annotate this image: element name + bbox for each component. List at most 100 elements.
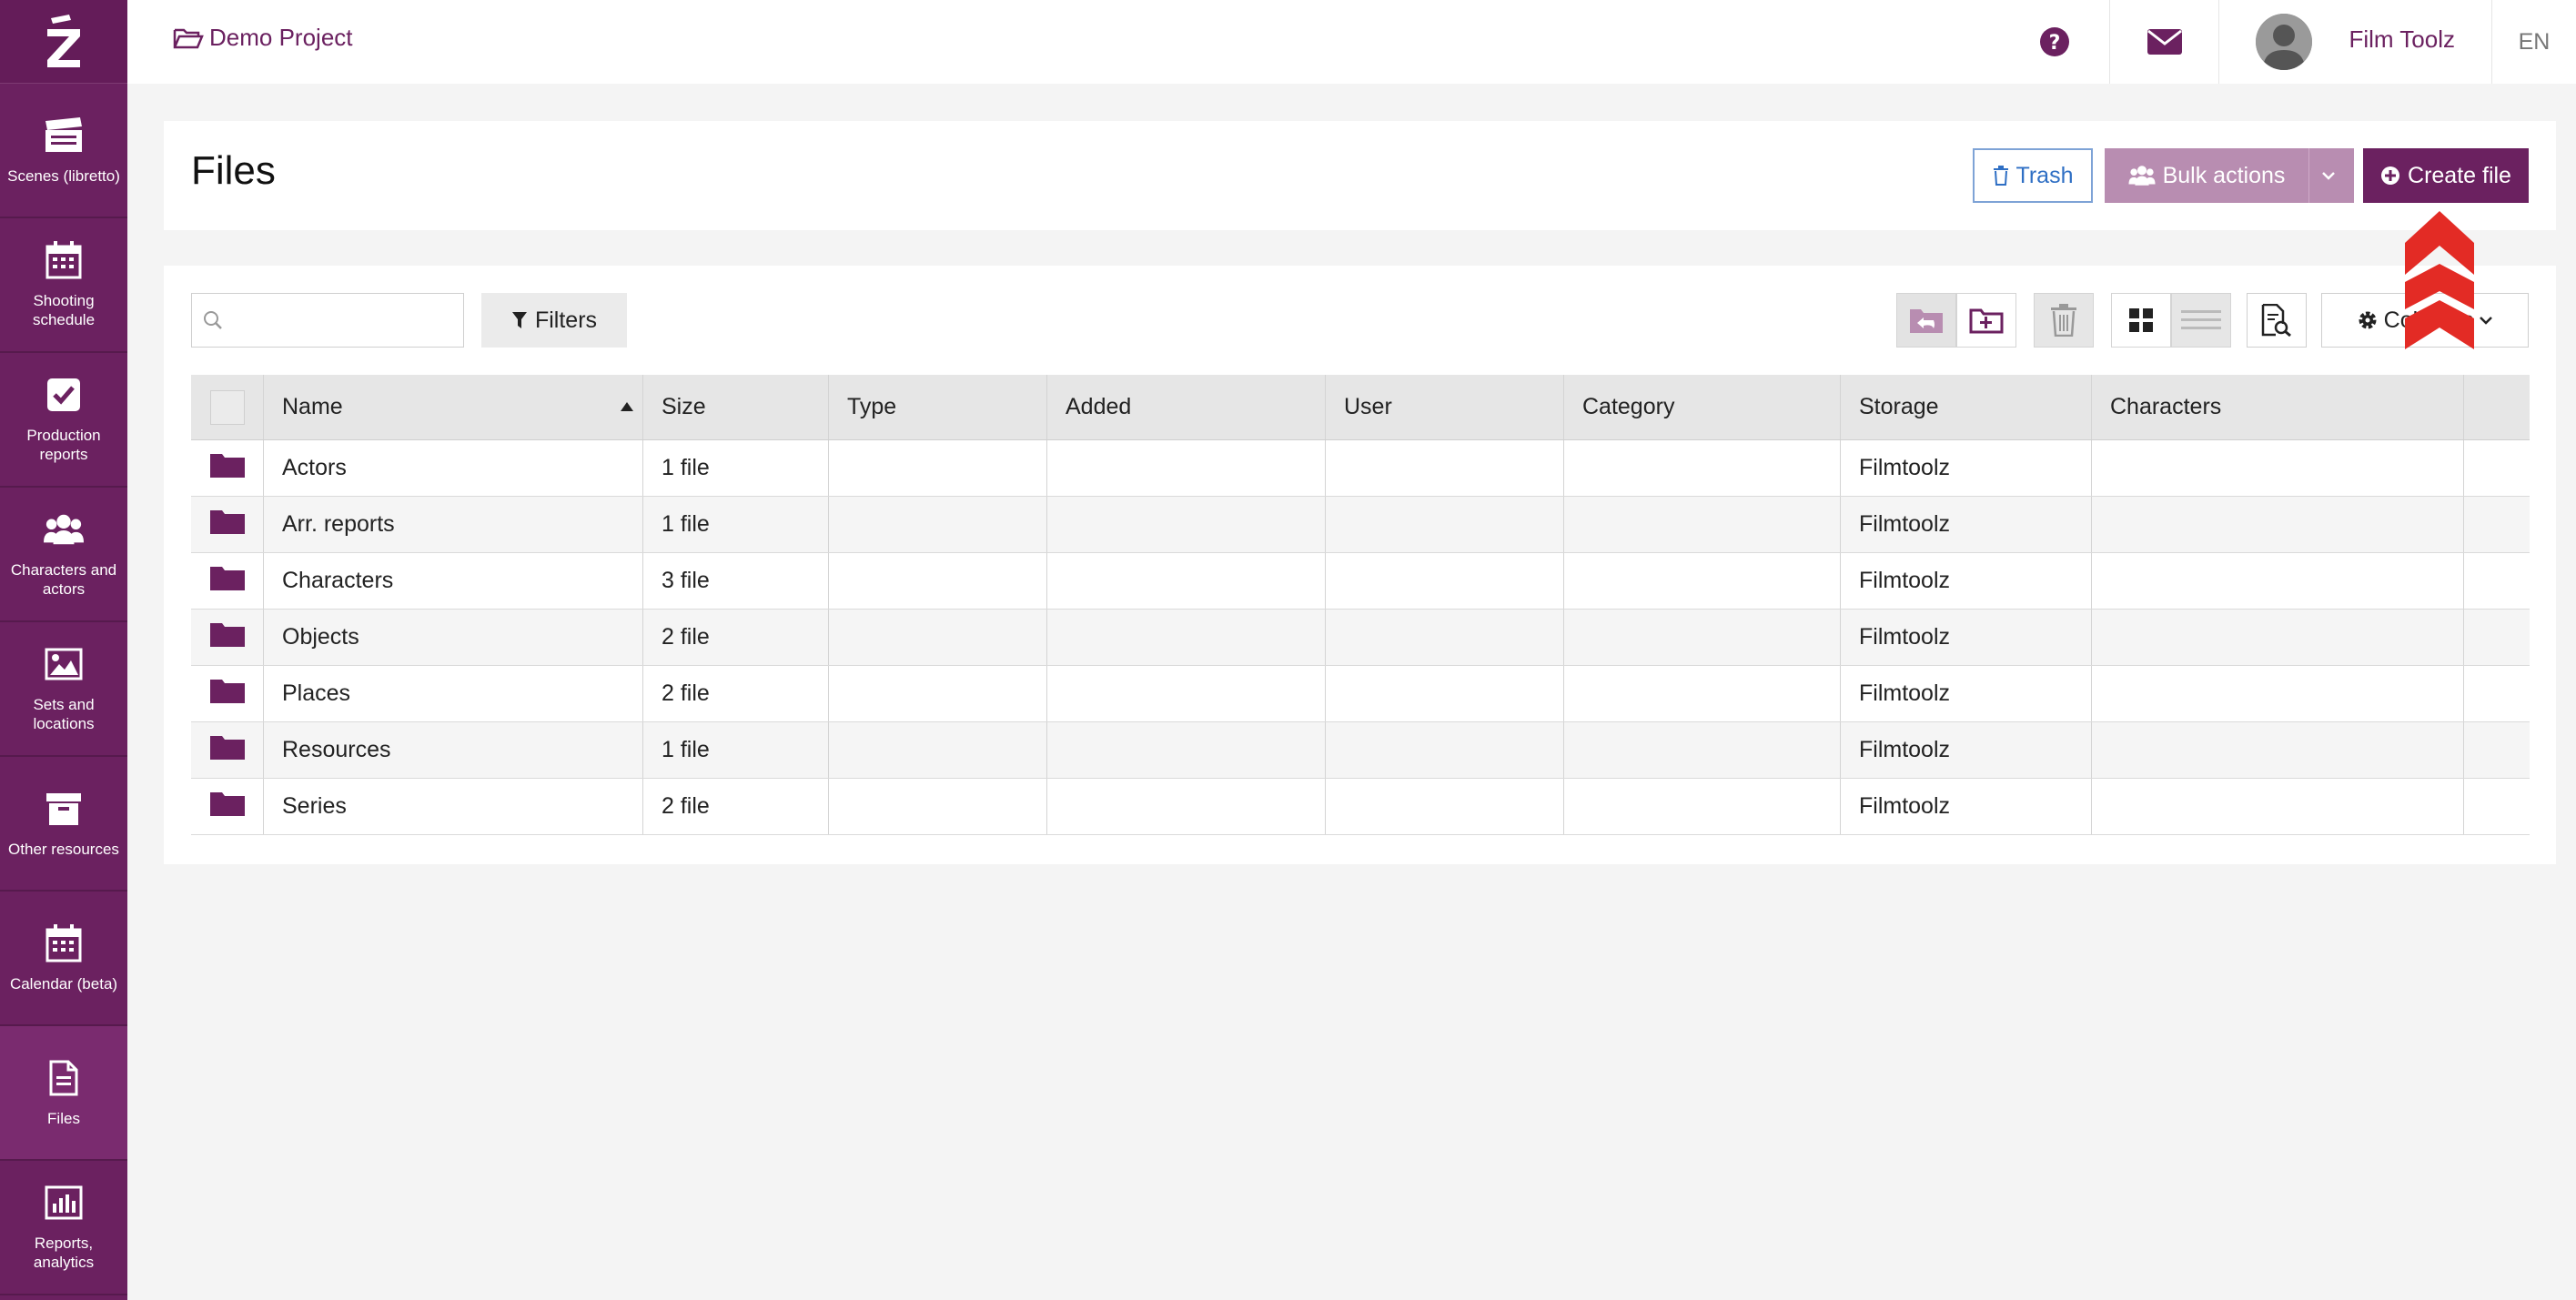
cell-name[interactable]: Resources: [264, 722, 643, 778]
column-label: Characters: [2110, 394, 2222, 419]
cell-extra: [2464, 666, 2530, 721]
image-icon: [44, 644, 84, 684]
new-folder-button[interactable]: [1956, 293, 2016, 348]
search-input[interactable]: [232, 301, 450, 339]
sidebar-item-reports-analytics[interactable]: Reports, analytics: [0, 1161, 127, 1295]
folder-name[interactable]: Actors: [282, 455, 347, 481]
project-selector[interactable]: Demo Project: [173, 24, 353, 52]
sidebar-item-label: Sets and locations: [33, 696, 95, 732]
column-header-category[interactable]: Category: [1564, 375, 1841, 439]
column-header-characters[interactable]: Characters: [2092, 375, 2464, 439]
column-label: Size: [662, 394, 706, 419]
language-selector[interactable]: EN: [2492, 29, 2576, 55]
cell-characters: [2092, 666, 2464, 721]
red-arrow-annotation: [2405, 211, 2474, 349]
file-search-icon: [2261, 304, 2291, 337]
app-logo[interactable]: [0, 0, 127, 84]
cell-category: [1564, 666, 1841, 721]
bulk-actions-button[interactable]: Bulk actions: [2105, 148, 2308, 203]
cell-name[interactable]: Places: [264, 666, 643, 721]
create-file-button[interactable]: Create file: [2363, 148, 2529, 203]
filters-button[interactable]: Filters: [481, 293, 627, 348]
cell-name[interactable]: Actors: [264, 440, 643, 496]
grid-view-button[interactable]: [2111, 293, 2171, 348]
folder-name[interactable]: Arr. reports: [282, 511, 395, 538]
folder-icon-cell: [191, 779, 264, 834]
cell-name[interactable]: Objects: [264, 610, 643, 665]
cell-category: [1564, 722, 1841, 778]
checkbox-icon: [44, 375, 84, 415]
preview-button[interactable]: [2247, 293, 2307, 348]
cell-name[interactable]: Arr. reports: [264, 497, 643, 552]
cell-size: 2 file: [643, 610, 829, 665]
column-header-size[interactable]: Size: [643, 375, 829, 439]
cell-characters: [2092, 440, 2464, 496]
column-header-name[interactable]: Name: [264, 375, 643, 439]
folder-name[interactable]: Characters: [282, 568, 393, 594]
trash-label: Trash: [2015, 162, 2074, 188]
bulk-actions-dropdown[interactable]: [2308, 148, 2354, 203]
question-circle-icon: ?: [2040, 27, 2070, 56]
cell-type: [829, 610, 1047, 665]
sidebar-item-label: Production reports: [26, 427, 101, 463]
cell-user: [1326, 666, 1564, 721]
cell-size: 1 file: [643, 722, 829, 778]
folder-name[interactable]: Objects: [282, 624, 359, 650]
table-row[interactable]: Actors 1 file Filmtoolz: [191, 440, 2530, 497]
sidebar-item-sets-locations[interactable]: Sets and locations: [0, 622, 127, 757]
delete-button[interactable]: [2034, 293, 2094, 348]
user-menu[interactable]: Film Toolz: [2218, 0, 2492, 84]
folder-icon-cell: [191, 666, 264, 721]
table-row[interactable]: Characters 3 file Filmtoolz: [191, 553, 2530, 610]
column-header-storage[interactable]: Storage: [1841, 375, 2092, 439]
folder-name[interactable]: Resources: [282, 737, 391, 763]
folder-icon: [209, 733, 246, 767]
size-value: 3 file: [662, 568, 710, 593]
trash-icon: [1993, 166, 2008, 186]
clapperboard-icon: [44, 116, 84, 156]
sidebar-item-production-reports[interactable]: Production reports: [0, 353, 127, 488]
sidebar-item-other-resources[interactable]: Other resources: [0, 757, 127, 892]
messages-button[interactable]: [2109, 0, 2218, 84]
column-header-type[interactable]: Type: [829, 375, 1047, 439]
cell-added: [1047, 497, 1326, 552]
folder-name[interactable]: Series: [282, 793, 347, 820]
folder-icon-cell: [191, 610, 264, 665]
top-bar: Demo Project ? Film Toolz EN: [127, 0, 2576, 84]
table-row[interactable]: Places 2 file Filmtoolz: [191, 666, 2530, 722]
cell-category: [1564, 610, 1841, 665]
avatar: [2256, 14, 2313, 70]
size-value: 1 file: [662, 511, 710, 537]
cell-name[interactable]: Series: [264, 779, 643, 834]
table-row[interactable]: Objects 2 file Filmtoolz: [191, 610, 2530, 666]
cell-name[interactable]: Characters: [264, 553, 643, 609]
storage-value: Filmtoolz: [1859, 511, 1951, 537]
help-button[interactable]: ?: [2000, 0, 2109, 84]
sidebar-item-files[interactable]: Files: [0, 1026, 127, 1161]
select-all-checkbox[interactable]: [191, 375, 264, 439]
folder-open-icon: [173, 28, 204, 48]
trash-button[interactable]: Trash: [1973, 148, 2093, 203]
sidebar-item-calendar[interactable]: Calendar (beta): [0, 892, 127, 1026]
column-header-added[interactable]: Added: [1047, 375, 1326, 439]
folder-up-button[interactable]: [1896, 293, 1956, 348]
list-view-button[interactable]: [2171, 293, 2231, 348]
table-row[interactable]: Resources 1 file Filmtoolz: [191, 722, 2530, 779]
sidebar-item-characters-actors[interactable]: Characters and actors: [0, 488, 127, 622]
file-icon: [44, 1058, 84, 1098]
column-header-user[interactable]: User: [1326, 375, 1564, 439]
folder-icon: [209, 790, 246, 823]
table-row[interactable]: Arr. reports 1 file Filmtoolz: [191, 497, 2530, 553]
cell-type: [829, 779, 1047, 834]
sidebar-item-shooting-schedule[interactable]: Shooting schedule: [0, 218, 127, 353]
folder-icon: [209, 564, 246, 598]
list-icon: [2181, 310, 2221, 329]
cell-extra: [2464, 722, 2530, 778]
search-box[interactable]: [191, 293, 464, 348]
size-value: 2 file: [662, 680, 710, 706]
folder-name[interactable]: Places: [282, 680, 350, 707]
calendar-icon: [44, 923, 84, 963]
table-row[interactable]: Series 2 file Filmtoolz: [191, 779, 2530, 835]
size-value: 1 file: [662, 455, 710, 480]
sidebar-item-scenes[interactable]: Scenes (libretto): [0, 84, 127, 218]
